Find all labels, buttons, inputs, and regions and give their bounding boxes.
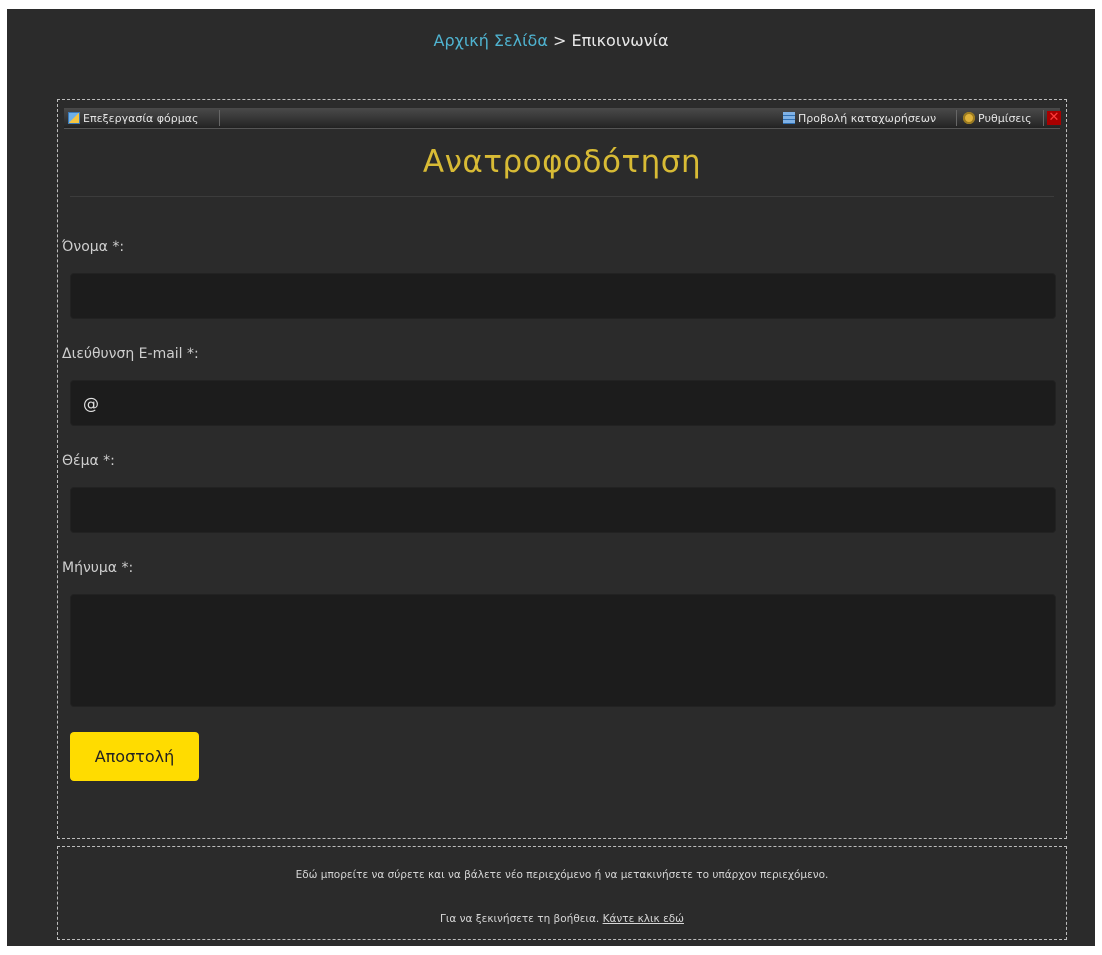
form-toolbar: Επεξεργασία φόρμας Προβολή καταχωρήσεων …	[64, 108, 1061, 129]
breadcrumb-current: Επικοινωνία	[571, 31, 669, 50]
toolbar-divider	[219, 110, 220, 126]
subject-input[interactable]	[70, 487, 1056, 533]
toolbar-divider	[1043, 110, 1044, 126]
breadcrumb: Αρχική Σελίδα > Επικοινωνία	[7, 31, 1095, 50]
name-input[interactable]	[70, 273, 1056, 319]
help-prefix: Για να ξεκινήσετε τη βοήθεια.	[440, 913, 603, 925]
toolbar-divider	[956, 110, 957, 126]
message-label: Μήνυμα *:	[62, 560, 134, 576]
close-icon: ✕	[1047, 110, 1061, 125]
breadcrumb-home-link[interactable]: Αρχική Σελίδα	[434, 31, 548, 50]
form-title: Ανατροφοδότηση	[422, 144, 702, 180]
name-label: Όνομα *:	[62, 239, 125, 255]
breadcrumb-separator: >	[547, 31, 572, 50]
submit-button[interactable]: Αποστολή	[70, 732, 199, 781]
edit-form-label: Επεξεργασία φόρμας	[83, 111, 199, 125]
title-divider	[70, 196, 1054, 197]
view-entries-button[interactable]: Προβολή καταχωρήσεων	[783, 110, 936, 126]
edit-form-button[interactable]: Επεξεργασία φόρμας	[68, 110, 198, 126]
close-button[interactable]: ✕	[1047, 110, 1064, 126]
settings-gear-icon	[963, 112, 975, 124]
email-label: Διεύθυνση E-mail *:	[62, 346, 199, 362]
message-textarea[interactable]	[70, 594, 1056, 707]
page: Αρχική Σελίδα > Επικοινωνία Επεξεργασία …	[7, 9, 1095, 946]
email-input[interactable]	[70, 380, 1056, 426]
edit-icon	[68, 112, 80, 124]
view-entries-label: Προβολή καταχωρήσεων	[798, 111, 937, 125]
subject-label: Θέμα *:	[62, 453, 115, 469]
content-dropzone[interactable]: Εδώ μπορείτε να σύρετε και να βάλετε νέο…	[57, 846, 1067, 940]
settings-button[interactable]: Ρυθμίσεις	[963, 110, 1032, 126]
dropzone-instructions: Εδώ μπορείτε να σύρετε και να βάλετε νέο…	[295, 869, 829, 881]
dropzone-help: Για να ξεκινήσετε τη βοήθεια. Κάντε κλικ…	[58, 913, 1066, 925]
entries-list-icon	[783, 112, 795, 124]
form-container: Επεξεργασία φόρμας Προβολή καταχωρήσεων …	[57, 99, 1067, 839]
settings-label: Ρυθμίσεις	[978, 111, 1032, 125]
help-link[interactable]: Κάντε κλικ εδώ	[603, 913, 684, 925]
